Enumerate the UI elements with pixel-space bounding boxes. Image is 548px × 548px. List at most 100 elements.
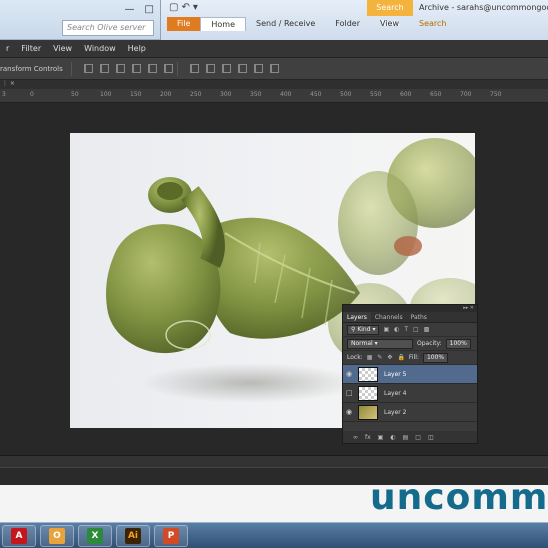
menu-window[interactable]: Window [78,44,122,53]
distribute-hcenter-icon[interactable] [253,64,263,73]
align-hcenter-icon[interactable] [147,64,157,73]
panel-tabs: Layers Channels Paths [343,312,477,323]
minimize-icon[interactable]: — [125,4,135,15]
illustrator-icon: Ai [125,527,141,544]
taskbar-outlook[interactable]: O [40,524,74,547]
menu-help[interactable]: Help [122,44,152,53]
ruler-tick: 150 [130,91,142,98]
layer-name: Layer 5 [384,370,407,378]
taskbar-powerpoint[interactable]: P [154,524,188,547]
fill-input[interactable]: 100% [422,352,449,363]
distribute-vcenter-icon[interactable] [205,64,215,73]
ruler-tick: 450 [310,91,322,98]
filter-type-icon[interactable]: T [404,326,408,333]
filter-row: ⚲ Kind ▾ ▣ ◐ T □ ▩ [343,323,477,337]
explorer-search-input[interactable]: Search Olive server [62,20,154,36]
tab-send-receive[interactable]: Send / Receive [246,17,325,31]
ruler-tick: 600 [400,91,412,98]
brand-logo-text: uncommo [370,477,548,518]
opacity-input[interactable]: 100% [445,338,471,349]
align-buttons [83,64,173,73]
ps-menubar: r Filter View Window Help [0,40,548,58]
link-icon[interactable]: ∞ [353,434,358,441]
menu-layer[interactable]: r [0,44,15,53]
align-top-icon[interactable] [83,64,93,73]
tab-channels[interactable]: Channels [371,312,407,322]
blend-row: Normal ▾ Opacity: 100% [343,337,477,351]
horizontal-ruler: 3 0 50 100 150 200 250 300 350 400 450 5… [0,89,548,103]
ruler-tick: 350 [250,91,262,98]
excel-icon: X [87,527,103,544]
panel-collapse-icon[interactable]: ▸▸ ✕ [343,305,477,312]
ps-status-bar [0,455,548,467]
outlook-icon: O [49,527,65,544]
tab-paths[interactable]: Paths [407,312,431,322]
layer-name: Layer 4 [384,389,407,397]
distribute-right-icon[interactable] [269,64,279,73]
taskbar-excel[interactable]: X [78,524,112,547]
distribute-left-icon[interactable] [237,64,247,73]
trash-icon[interactable]: ◫ [428,434,434,441]
divider [70,61,72,76]
tab-layers[interactable]: Layers [343,312,371,322]
tab-folder[interactable]: Folder [325,17,370,31]
layer-filter-select[interactable]: ⚲ Kind ▾ [347,324,380,335]
blend-mode-select[interactable]: Normal ▾ [347,338,413,349]
align-right-icon[interactable] [163,64,173,73]
ribbon-tabs: File Home Send / Receive Folder View Sea… [167,17,456,31]
eye-hidden-icon[interactable]: □ [346,389,358,397]
layers-panel: ▸▸ ✕ Layers Channels Paths ⚲ Kind ▾ ▣ ◐ … [342,304,478,444]
align-vcenter-icon[interactable] [99,64,109,73]
filter-shape-icon[interactable]: □ [413,326,419,333]
align-left-icon[interactable] [131,64,141,73]
eye-icon[interactable]: ◉ [346,370,358,378]
menu-filter[interactable]: Filter [15,44,47,53]
align-bottom-icon[interactable] [115,64,125,73]
outlook-window: ▢↶▾ Search Tools Archive - sarahs@uncomm… [160,0,548,40]
ruler-tick: 500 [340,91,352,98]
layer-name: Layer 2 [384,408,407,416]
tab-view[interactable]: View [370,17,409,31]
ruler-tick: 100 [100,91,112,98]
distribute-bottom-icon[interactable] [221,64,231,73]
lock-move-icon[interactable]: ✥ [387,354,392,361]
filter-smart-icon[interactable]: ▩ [424,326,430,333]
window-controls: — □ [125,4,154,15]
ruler-tick: 3 [2,91,6,98]
outlook-title: Archive - sarahs@uncommongoods.com [419,3,548,12]
mask-icon[interactable]: ▣ [378,434,384,441]
layer-row[interactable]: ◉ Layer 5 [343,365,477,384]
lock-all-icon[interactable]: 🔒 [397,354,404,361]
lock-transparent-icon[interactable]: ▦ [367,354,373,361]
windows-taskbar: A O X Ai P [0,522,548,548]
transform-controls-label[interactable]: ransform Controls [0,65,67,73]
tab-search[interactable]: Search [409,17,456,31]
layer-row[interactable]: ◉ Layer 2 [343,403,477,422]
quick-access-toolbar[interactable]: ▢↶▾ [169,2,201,13]
filter-adjust-icon[interactable]: ◐ [394,326,399,333]
tab-file[interactable]: File [167,17,201,31]
taskbar-illustrator[interactable]: Ai [116,524,150,547]
group-folder-icon[interactable]: ▤ [403,434,409,441]
document-tab[interactable]: ⋮ × [0,80,548,89]
lock-paint-icon[interactable]: ✎ [377,354,382,361]
layer-row[interactable]: □ Layer 4 [343,384,477,403]
distribute-buttons [189,64,279,73]
maximize-icon[interactable]: □ [145,4,154,15]
filter-pixel-icon[interactable]: ▣ [383,326,389,333]
eye-icon[interactable]: ◉ [346,408,358,416]
taskbar-acrobat[interactable]: A [2,524,36,547]
lock-icons: ▦ ✎ ✥ 🔒 [367,354,405,361]
menu-view[interactable]: View [47,44,78,53]
search-tools-label: Search Tools [367,0,413,28]
new-layer-icon[interactable]: □ [415,434,421,441]
distribute-top-icon[interactable] [189,64,199,73]
adjustment-icon[interactable]: ◐ [390,434,395,441]
ruler-tick: 400 [280,91,292,98]
ruler-tick: 300 [220,91,232,98]
tab-home[interactable]: Home [200,17,247,31]
explorer-window: — □ Search Olive server [0,0,160,40]
fx-icon[interactable]: fx [365,434,371,441]
divider [176,61,178,76]
ruler-tick: 200 [160,91,172,98]
